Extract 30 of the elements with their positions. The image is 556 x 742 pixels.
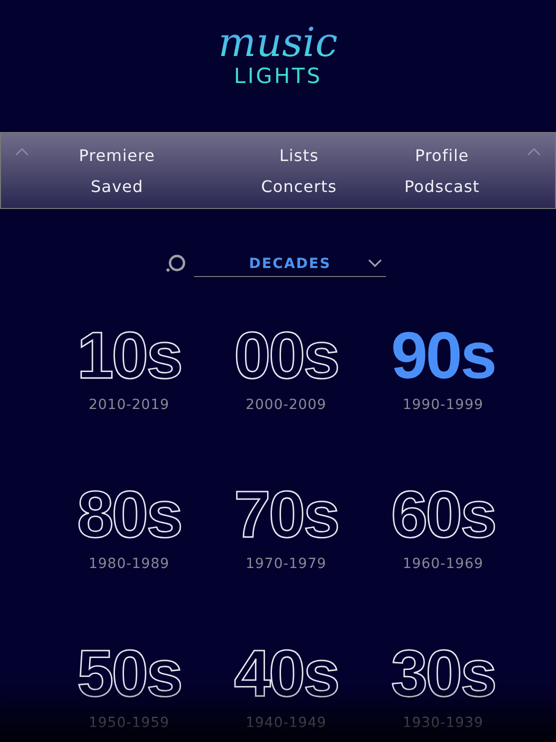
chevron-up-icon[interactable] xyxy=(527,147,541,156)
decades-dropdown[interactable]: DECADES xyxy=(194,251,386,277)
decade-range: 1960-1969 xyxy=(402,556,484,572)
decade-range: 2000-2009 xyxy=(246,397,326,413)
search-icon[interactable] xyxy=(164,254,186,274)
decade-tile[interactable]: 40s xyxy=(234,635,338,711)
decade-tile[interactable]: 30s xyxy=(390,635,496,711)
decade-range: 1950-1959 xyxy=(88,715,170,731)
decade-tile[interactable]: 70s xyxy=(234,476,338,552)
nav-link[interactable]: Saved xyxy=(90,176,144,196)
nav-link[interactable]: Premiere xyxy=(78,146,156,164)
decade-range: 1930-1939 xyxy=(402,715,484,731)
nav-link[interactable]: Lists xyxy=(279,146,319,164)
chevron-up-icon[interactable] xyxy=(15,147,29,156)
decade-tile[interactable]: 80s xyxy=(76,476,182,552)
decade-range: 1980-1989 xyxy=(88,556,170,572)
decade-range: 1990-1999 xyxy=(402,397,484,413)
decade-tile[interactable]: 50s xyxy=(76,635,182,711)
decade-tile[interactable]: 10s xyxy=(76,317,182,393)
nav-link[interactable]: Concerts xyxy=(261,176,337,196)
decade-range: 1940-1949 xyxy=(246,715,326,731)
nav-link[interactable]: Podscast xyxy=(404,176,480,196)
decade-tile[interactable]: 60s xyxy=(390,476,496,552)
decade-tile[interactable]: 90s xyxy=(390,317,496,393)
decade-tile[interactable]: 00s xyxy=(234,317,338,393)
nav-link[interactable]: Profile xyxy=(415,146,469,164)
logo-subtitle: LIGHTS xyxy=(234,64,322,88)
chevron-down-icon xyxy=(368,259,382,268)
decade-range: 2010-2019 xyxy=(88,397,170,413)
decade-range: 1970-1979 xyxy=(246,556,326,572)
